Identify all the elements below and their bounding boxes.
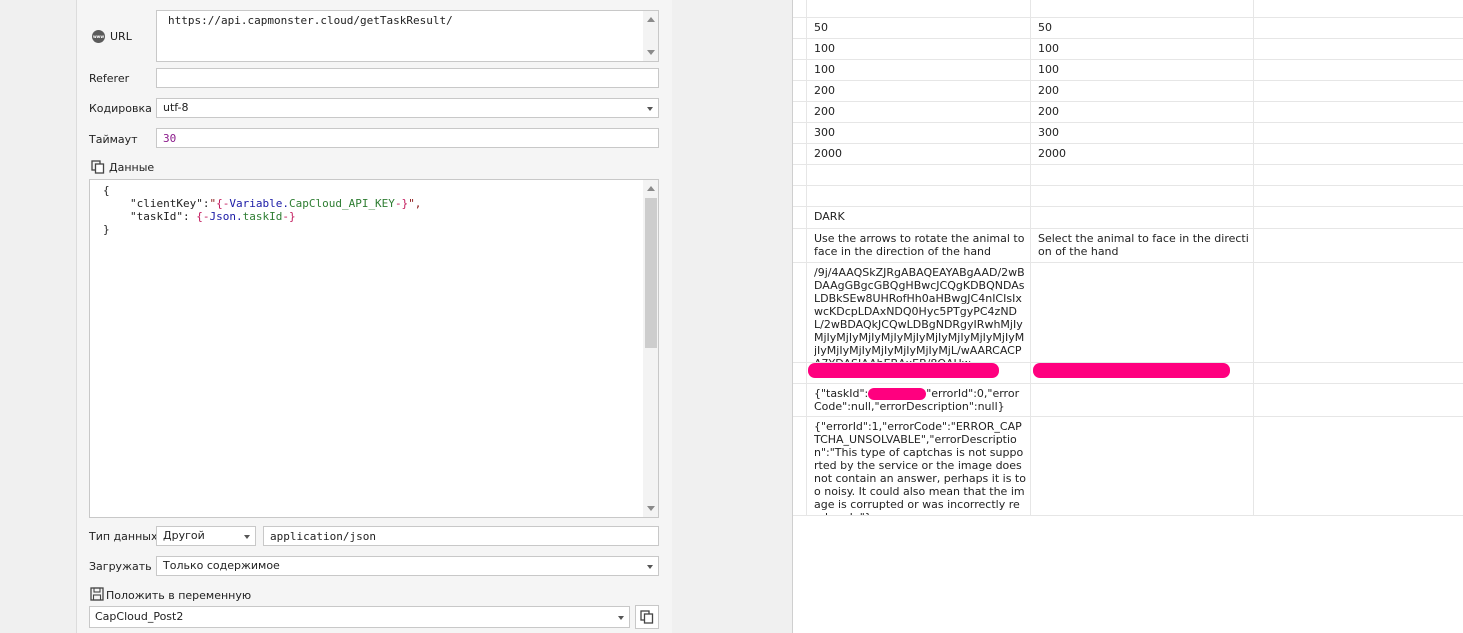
table-cell[interactable]	[1038, 210, 1250, 228]
url-value: https://api.capmonster.cloud/getTaskResu…	[168, 14, 453, 27]
redaction-mark	[808, 363, 999, 378]
scroll-down-icon[interactable]	[647, 506, 655, 511]
data-editor[interactable]: { "clientKey":"{-Variable.CapCloud_API_K…	[89, 179, 659, 518]
table-cell[interactable]: Select the animal to face in the directi…	[1038, 232, 1250, 262]
table-cell[interactable]: 2000	[814, 147, 1026, 164]
scroll-up-icon[interactable]	[647, 17, 655, 22]
url-scrollbar[interactable]	[643, 11, 658, 61]
row-divider	[793, 38, 1463, 39]
data-scrollbar[interactable]	[643, 180, 658, 517]
row-divider	[793, 515, 1463, 516]
table-cell[interactable]: 100	[814, 42, 1026, 59]
column-divider	[806, 0, 807, 515]
copy-variable-button[interactable]	[635, 605, 659, 629]
table-cell[interactable]: {"errorId":1,"errorCode":"ERROR_CAPTCHA_…	[814, 420, 1026, 515]
code-line-3: "taskId": {-Json.taskId-}	[130, 210, 296, 223]
table-cell[interactable]	[1038, 189, 1250, 206]
encoding-label: Кодировка	[89, 102, 152, 115]
datatype-label: Тип данных	[89, 530, 158, 543]
referer-label: Referer	[89, 72, 130, 85]
table-cell[interactable]	[1038, 4, 1250, 17]
table-cell[interactable]	[1038, 420, 1250, 515]
timeout-field[interactable]: 30	[156, 128, 659, 148]
redaction-mark	[868, 388, 927, 400]
chevron-down-icon[interactable]	[244, 535, 250, 539]
code-line-1: {	[103, 184, 110, 197]
scroll-thumb[interactable]	[645, 198, 657, 348]
load-value: Только содержимое	[163, 559, 280, 572]
row-divider	[793, 101, 1463, 102]
copy-icon	[640, 610, 654, 624]
datatype-value: Другой	[163, 529, 205, 542]
table-cell[interactable]: /9j/4AAQSkZJRgABAQEAYABgAAD/2wBDAAgGBgcG…	[814, 266, 1026, 362]
row-divider	[793, 122, 1463, 123]
table-cell[interactable]	[1038, 168, 1250, 185]
row-divider	[793, 383, 1463, 384]
row-divider	[793, 17, 1463, 18]
table-cell[interactable]: 200	[1038, 84, 1250, 101]
table-cell[interactable]	[814, 4, 1026, 17]
chevron-down-icon[interactable]	[618, 616, 624, 620]
table-cell[interactable]: 50	[1038, 21, 1250, 38]
table-cell[interactable]: 2000	[1038, 147, 1250, 164]
table-cell[interactable]: 300	[1038, 126, 1250, 143]
chevron-down-icon[interactable]	[647, 107, 653, 111]
copy-icon	[91, 160, 105, 174]
table-cell[interactable]: 100	[814, 63, 1026, 80]
row-divider	[793, 228, 1463, 229]
variable-value: CapCloud_Post2	[95, 610, 184, 623]
code-line-4: }	[103, 223, 110, 236]
table-cell[interactable]: 100	[1038, 42, 1250, 59]
table-cell[interactable]: 200	[814, 105, 1026, 122]
encoding-select[interactable]: utf-8	[156, 98, 659, 118]
results-table: 50 50 100 100 100 100 200 200 200 200 300 300 2000 20…	[793, 0, 1463, 633]
url-label: URL	[110, 30, 132, 43]
table-cell[interactable]: DARK	[814, 210, 1026, 228]
referer-field[interactable]	[156, 68, 659, 88]
save-to-var-label: Положить в переменную	[106, 589, 252, 602]
timeout-value: 30	[163, 132, 177, 145]
row-divider	[793, 206, 1463, 207]
cell-text-prefix: {"taskId":	[814, 387, 869, 400]
save-icon	[90, 587, 104, 601]
timeout-label: Таймаут	[89, 133, 138, 146]
table-cell[interactable]: {"taskId": "errorId":0,"errorCode":null,"…	[814, 387, 1024, 416]
table-cell[interactable]: 200	[1038, 105, 1250, 122]
row-divider	[793, 185, 1463, 186]
data-label: Данные	[109, 161, 155, 174]
table-cell[interactable]	[814, 189, 1026, 206]
panel-splitter[interactable]	[672, 0, 793, 633]
table-cell[interactable]: 100	[1038, 63, 1250, 80]
left-gutter	[0, 0, 76, 633]
chevron-down-icon[interactable]	[647, 565, 653, 569]
load-select[interactable]: Только содержимое	[156, 556, 659, 576]
url-field[interactable]: https://api.capmonster.cloud/getTaskResu…	[156, 10, 659, 62]
datatype-select[interactable]: Другой	[156, 526, 256, 546]
table-cell[interactable]	[1038, 266, 1250, 362]
row-divider	[793, 80, 1463, 81]
content-type-field[interactable]: application/json	[263, 526, 659, 546]
scroll-down-icon[interactable]	[647, 50, 655, 55]
row-divider	[793, 416, 1463, 417]
row-divider	[793, 164, 1463, 165]
www-icon: www	[92, 30, 105, 43]
row-divider	[793, 262, 1463, 263]
load-label: Загружать	[89, 560, 152, 573]
row-divider	[793, 143, 1463, 144]
code-line-2: "clientKey":"{-Variable.CapCloud_API_KEY…	[130, 197, 422, 210]
encoding-value: utf-8	[163, 101, 189, 114]
table-cell[interactable]: 50	[814, 21, 1026, 38]
table-cell[interactable]	[814, 168, 1026, 185]
row-divider	[793, 59, 1463, 60]
column-divider	[1030, 0, 1031, 515]
variable-select[interactable]: CapCloud_Post2	[89, 606, 630, 628]
content-type-value: application/json	[270, 530, 376, 543]
column-divider	[1253, 0, 1254, 515]
table-cell[interactable]: Use the arrows to rotate the animal to f…	[814, 232, 1026, 262]
table-cell[interactable]: 300	[814, 126, 1026, 143]
table-cell[interactable]: 200	[814, 84, 1026, 101]
scroll-up-icon[interactable]	[647, 186, 655, 191]
redaction-mark	[1033, 363, 1230, 378]
